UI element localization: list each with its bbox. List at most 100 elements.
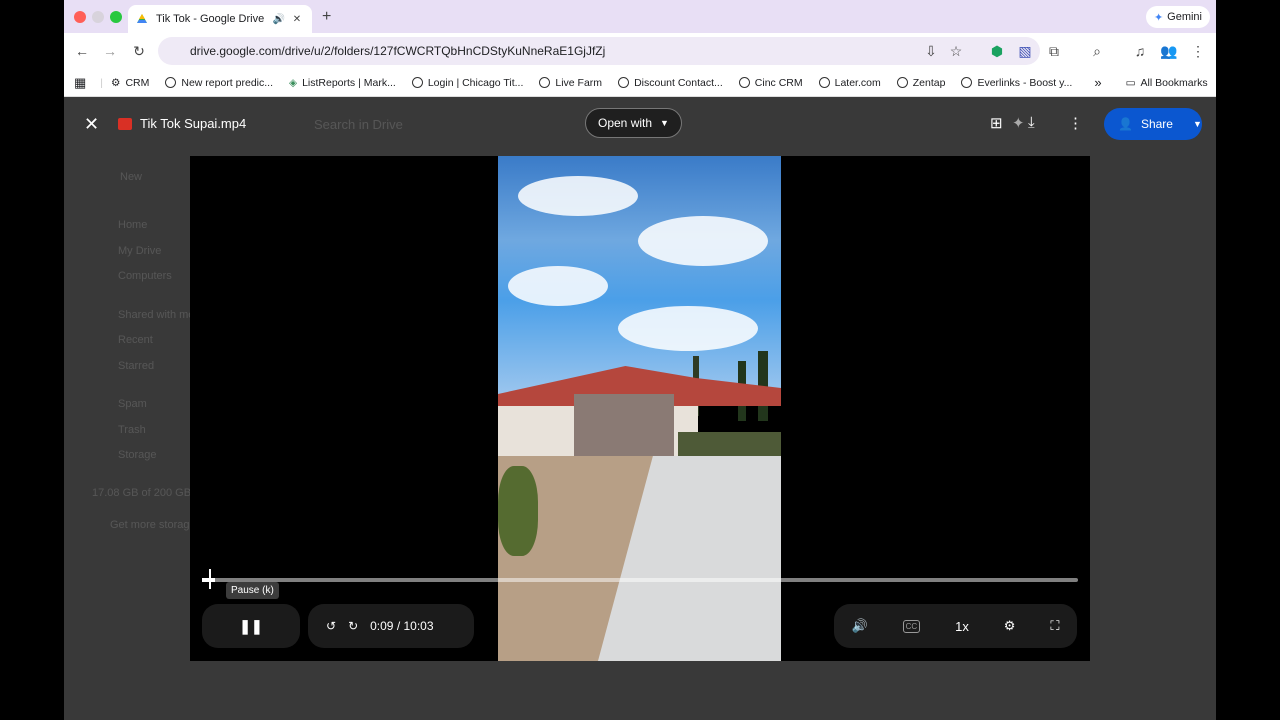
tab-search-icon[interactable]: ⌕ <box>1088 42 1106 60</box>
settings-gear-icon[interactable]: ⚙ <box>1004 618 1016 634</box>
bookmark-label: Discount Contact... <box>634 76 723 89</box>
play-pause-control: ❚❚ <box>202 604 300 648</box>
close-window-button[interactable] <box>74 11 86 23</box>
back-arrow-icon[interactable]: ← <box>73 42 91 60</box>
progress-bar[interactable] <box>202 578 1078 582</box>
bookmark-star-icon[interactable]: ☆ <box>947 42 965 60</box>
cloud <box>618 306 758 351</box>
bookmark-listreports[interactable]: ◈ ListReports | Mark... <box>289 77 396 89</box>
playback-speed[interactable]: 1x <box>955 619 969 634</box>
share-dropdown-icon[interactable]: ▼ <box>1193 119 1202 129</box>
all-bookmarks-folder[interactable]: ▭ All Bookmarks <box>1126 77 1208 89</box>
bookmark-label: Zentap <box>912 76 946 89</box>
bookmark-label: ListReports | Mark... <box>302 76 396 89</box>
globe-icon <box>896 77 908 88</box>
forward-10-icon[interactable]: ↻ <box>348 619 358 633</box>
profile-icon[interactable]: 👥 <box>1160 42 1178 60</box>
bookmark-login-chicago[interactable]: Login | Chicago Tit... <box>411 76 524 89</box>
add-comment-icon[interactable]: ⊞ <box>990 114 1003 132</box>
maximize-window-button[interactable] <box>110 11 122 23</box>
folder-icon: ▭ <box>1125 76 1136 89</box>
extension-shield-icon[interactable]: ⬢ <box>988 42 1006 60</box>
more-bookmarks-icon[interactable]: » <box>1094 75 1101 90</box>
share-people-icon: 👤 <box>1118 117 1133 131</box>
drive-get-storage: Get more storage <box>110 519 196 531</box>
cloud <box>508 266 608 306</box>
bookmark-cinc-crm[interactable]: Cinc CRM <box>738 77 803 89</box>
close-viewer-icon[interactable]: ✕ <box>84 114 99 135</box>
close-tab-icon[interactable]: ✕ <box>290 14 304 25</box>
address-bar[interactable]: drive.google.com/drive/u/2/folders/127fC… <box>158 37 1040 65</box>
browser-menu-icon[interactable]: ⋮ <box>1189 42 1207 60</box>
crm-icon: ⚙ <box>111 76 121 89</box>
drive-nav-spam: Spam <box>118 398 147 410</box>
shrub <box>498 466 538 556</box>
more-actions-icon[interactable]: ⋮ <box>1068 114 1083 132</box>
globe-icon <box>539 77 551 88</box>
tab-strip: Tik Tok - Google Drive 🔊 ✕ + ✦ Gemini <box>64 0 1216 33</box>
time-control: ↺ ↻ 0:09 / 10:03 <box>308 604 474 648</box>
captions-icon[interactable]: CC <box>902 619 921 633</box>
cloud <box>518 176 638 216</box>
new-tab-icon[interactable]: + <box>322 8 331 26</box>
drive-nav-computers: Computers <box>118 270 172 282</box>
video-player[interactable]: Pause (k) ❚❚ ↺ ↻ 0:09 / 10:03 🔊 CC 1x ⚙ … <box>190 156 1090 661</box>
drive-nav-mydrive: My Drive <box>118 245 162 257</box>
bookmarks-bar: ▦ | ⚙ CRM New report predic... ◈ ListRepor… <box>64 69 1216 97</box>
bookmark-label: Later.com <box>834 76 881 89</box>
gemini-sparkle-icon: ✦ <box>1153 11 1164 24</box>
drive-nav-shared: Shared with me <box>118 309 195 321</box>
bookmark-label: Login | Chicago Tit... <box>427 76 524 89</box>
volume-icon[interactable]: 🔊 <box>851 618 867 634</box>
bookmark-new-report[interactable]: New report predic... <box>165 77 273 89</box>
open-with-button[interactable]: Open with ▼ <box>585 108 682 138</box>
pause-icon[interactable]: ❚❚ <box>239 618 262 635</box>
bookmark-label: CRM <box>125 76 150 89</box>
drive-storage-text: 17.08 GB of 200 GB <box>92 487 192 499</box>
scrubber-handle[interactable] <box>209 569 211 589</box>
install-app-icon[interactable]: ⇩ <box>922 42 940 60</box>
letterbox-right <box>1216 0 1280 720</box>
drive-nav-home: Home <box>118 219 148 231</box>
extensions-puzzle-icon[interactable]: ⧉ <box>1045 42 1063 60</box>
drive-nav-trash: Trash <box>118 424 146 436</box>
fullscreen-icon[interactable]: ⛶ <box>1050 618 1059 634</box>
drive-nav-storage: Storage <box>118 449 157 461</box>
extension-image-icon[interactable]: ▧ <box>1016 42 1034 60</box>
bookmark-live-farm[interactable]: Live Farm <box>539 77 602 89</box>
share-button[interactable]: 👤 Share ▼ <box>1104 108 1202 140</box>
rewind-10-icon[interactable]: ↺ <box>326 619 336 633</box>
download-icon[interactable]: ⤓ <box>1028 114 1035 131</box>
bookmark-label: Live Farm <box>555 76 603 89</box>
browser-tab[interactable]: Tik Tok - Google Drive 🔊 ✕ <box>128 5 312 33</box>
file-name: Tik Tok Supai.mp4 <box>140 116 247 131</box>
globe-icon <box>961 77 973 88</box>
bookmark-discount-contact[interactable]: Discount Contact... <box>618 77 723 89</box>
browser-window: Tik Tok - Google Drive 🔊 ✕ + ✦ Gemini ← … <box>64 0 1216 720</box>
media-controls-icon[interactable]: ♫ <box>1131 42 1149 60</box>
globe-icon <box>818 77 830 88</box>
browser-toolbar: ← → ↻ ☷ drive.google.com/drive/u/2/folde… <box>64 33 1216 69</box>
bookmark-zentap[interactable]: Zentap <box>896 76 946 89</box>
bookmark-label: All Bookmarks <box>1140 76 1208 89</box>
speaker-icon[interactable]: 🔊 <box>272 14 286 25</box>
pause-tooltip: Pause (k) <box>226 582 279 599</box>
bookmark-later[interactable]: Later.com <box>818 76 881 89</box>
viewer-file-title: Tik Tok Supai.mp4 <box>118 116 246 131</box>
gemini-button[interactable]: ✦ Gemini <box>1145 6 1210 28</box>
reload-icon[interactable]: ↻ <box>130 42 148 60</box>
gemini-spark-icon[interactable]: ✦ <box>1012 114 1025 132</box>
tab-title: Tik Tok - Google Drive <box>156 13 265 25</box>
globe-icon <box>165 77 177 88</box>
drive-nav-starred: Starred <box>118 360 155 372</box>
bookmark-crm[interactable]: ⚙ CRM <box>111 77 149 89</box>
bookmark-everlinks[interactable]: Everlinks - Boost y... <box>961 77 1072 89</box>
open-with-label: Open with <box>598 116 653 130</box>
drive-favicon-icon <box>137 14 147 23</box>
globe-icon <box>411 77 423 88</box>
apps-grid-icon[interactable]: ▦ <box>74 75 86 91</box>
globe-icon <box>618 77 630 88</box>
minimize-window-button[interactable] <box>92 11 104 23</box>
listreports-icon: ◈ <box>289 76 298 89</box>
forward-arrow-icon[interactable]: → <box>101 42 119 60</box>
